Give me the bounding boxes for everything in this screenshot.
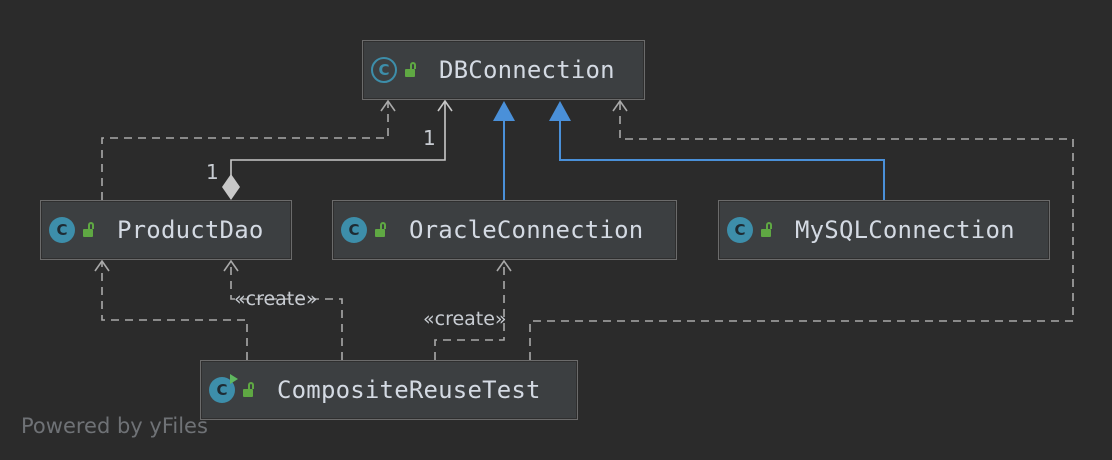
uml-class-diagram: 1 1 «create» «create» C DBConnection C P…	[0, 0, 1112, 460]
class-node-compositereusetest[interactable]: C CompositeReuseTest	[200, 360, 578, 420]
public-lock-icon	[761, 222, 775, 238]
class-name: CompositeReuseTest	[277, 376, 541, 404]
create-stereotype-label-oracle: «create»	[423, 308, 507, 330]
class-node-mysqlconnection[interactable]: C MySQLConnection	[718, 200, 1050, 260]
multiplicity-label-source: 1	[206, 160, 219, 184]
public-lock-icon	[83, 222, 97, 238]
dependency-edge-productdao-dbconnection	[101, 99, 396, 200]
inheritance-edge-mysql	[549, 101, 885, 200]
public-lock-icon	[405, 62, 419, 78]
public-lock-icon	[243, 382, 257, 398]
class-node-oracleconnection[interactable]: C OracleConnection	[332, 200, 677, 260]
dependency-edge-test-productdao	[94, 259, 248, 360]
inheritance-edge-oracle	[493, 101, 515, 200]
create-edge-productdao	[223, 259, 343, 360]
class-name: DBConnection	[439, 56, 615, 84]
multiplicity-label-target: 1	[423, 126, 436, 150]
class-icon: C	[49, 217, 75, 243]
class-name: ProductDao	[117, 216, 264, 244]
runnable-class-icon: C	[209, 374, 238, 403]
create-stereotype-label-productdao: «create»	[234, 288, 318, 310]
class-name: MySQLConnection	[795, 216, 1015, 244]
class-icon: C	[341, 217, 367, 243]
class-node-dbconnection[interactable]: C DBConnection	[362, 40, 645, 100]
abstract-class-icon: C	[371, 57, 397, 83]
class-icon: C	[727, 217, 753, 243]
powered-by-watermark: Powered by yFiles	[21, 414, 208, 438]
composition-edge	[222, 99, 453, 200]
class-name: OracleConnection	[409, 216, 644, 244]
public-lock-icon	[375, 222, 389, 238]
class-node-productdao[interactable]: C ProductDao	[40, 200, 292, 260]
